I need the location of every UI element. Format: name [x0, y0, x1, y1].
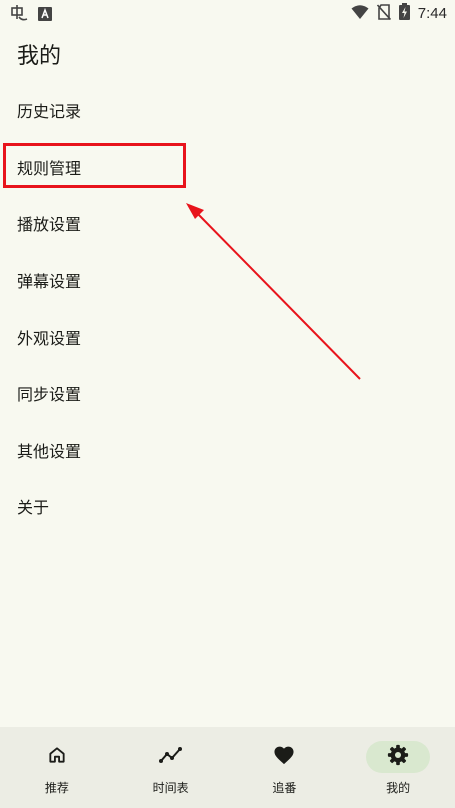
menu-item-label: 历史记录	[17, 102, 82, 122]
nav-label: 追番	[272, 781, 297, 795]
menu-item-label: 其他设置	[17, 441, 82, 461]
trend-line-icon	[158, 745, 183, 769]
nav-indicator	[139, 741, 203, 773]
nav-item-mine[interactable]: 我的	[341, 727, 455, 808]
menu-item-label: 同步设置	[17, 385, 82, 405]
menu-item-appearance-settings[interactable]: 外观设置	[0, 308, 455, 365]
nav-item-recommend[interactable]: 推荐	[0, 727, 114, 808]
menu-item-other-settings[interactable]: 其他设置	[0, 422, 455, 479]
menu-item-label: 规则管理	[17, 158, 82, 178]
status-bar-time: 7:44	[417, 5, 447, 22]
nav-label: 推荐	[44, 781, 69, 795]
status-bar-right: 7:44	[351, 3, 447, 24]
menu-item-label: 关于	[17, 498, 50, 518]
settings-menu: 历史记录 规则管理 播放设置 弹幕设置 外观设置 同步设置 其他设置 关于	[0, 82, 455, 535]
no-sim-icon	[376, 3, 391, 24]
nav-item-timetable[interactable]: 时间表	[114, 727, 228, 808]
heart-icon	[273, 745, 295, 769]
status-bar-left	[10, 3, 52, 27]
menu-item-label: 播放设置	[17, 215, 82, 235]
nav-indicator-active	[366, 741, 431, 773]
menu-item-danmaku-settings[interactable]: 弹幕设置	[0, 252, 455, 309]
wifi-icon	[351, 4, 369, 24]
gear-icon	[387, 744, 409, 770]
menu-item-about[interactable]: 关于	[0, 478, 455, 535]
menu-item-rule-management[interactable]: 规则管理	[0, 139, 455, 196]
a-box-icon	[38, 6, 52, 25]
menu-item-label: 弹幕设置	[17, 272, 82, 292]
nav-indicator	[252, 741, 316, 773]
app-notification-icon	[10, 3, 30, 27]
nav-item-following[interactable]: 追番	[228, 727, 342, 808]
status-bar: 7:44	[0, 0, 455, 26]
home-icon	[47, 745, 67, 769]
page-title: 我的	[17, 44, 62, 69]
bottom-navigation: 推荐 时间表 追番 我的	[0, 727, 455, 808]
nav-indicator	[25, 741, 89, 773]
menu-item-history[interactable]: 历史记录	[0, 82, 455, 139]
nav-label: 时间表	[152, 781, 189, 795]
menu-item-sync-settings[interactable]: 同步设置	[0, 365, 455, 422]
menu-item-playback-settings[interactable]: 播放设置	[0, 195, 455, 252]
menu-item-label: 外观设置	[17, 328, 82, 348]
battery-charging-icon	[398, 3, 410, 24]
nav-label: 我的	[386, 781, 411, 795]
